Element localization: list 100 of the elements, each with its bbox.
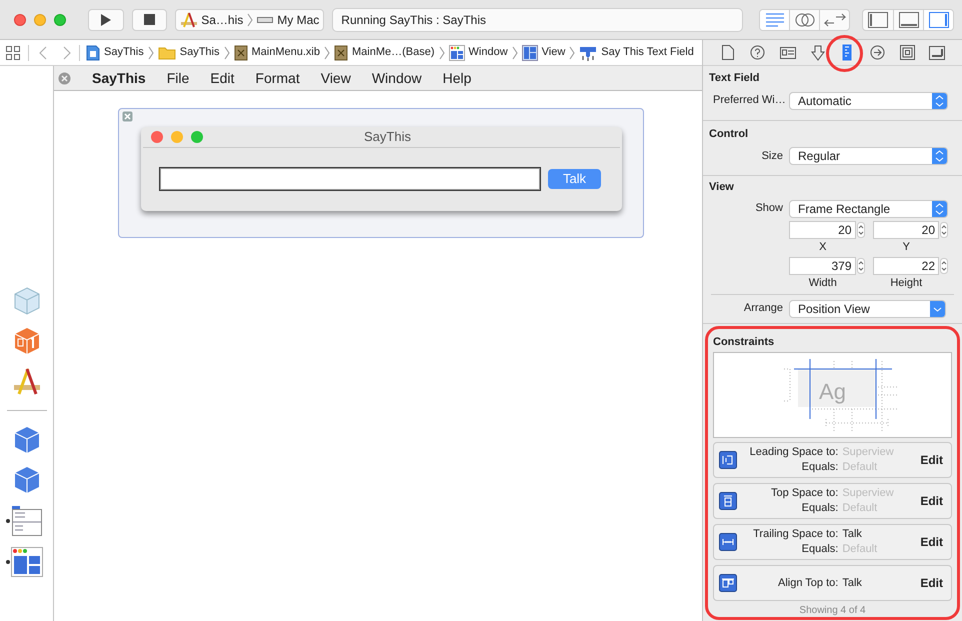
section-title: View <box>709 180 735 195</box>
constraint-icon <box>719 492 737 510</box>
field-label: Size <box>760 148 783 164</box>
menu-item[interactable]: Window <box>372 68 422 88</box>
editor-mode-button[interactable] <box>760 10 790 30</box>
edit-button[interactable]: Edit <box>920 533 943 551</box>
edit-button[interactable]: Edit <box>920 574 943 592</box>
chevron-icon <box>148 46 154 60</box>
menu-thumbnail-icon <box>10 505 42 537</box>
stepper-icon[interactable] <box>856 258 864 274</box>
field-label: Show <box>754 201 783 216</box>
constraint-icon <box>719 451 737 469</box>
window-title: SayThis <box>363 128 412 146</box>
field-caption: X <box>819 240 828 254</box>
inspector-tab[interactable] <box>897 42 918 62</box>
stop-icon <box>144 14 155 25</box>
stepper-icon[interactable] <box>940 258 948 274</box>
edit-button[interactable]: Edit <box>920 492 943 510</box>
section-title: Control <box>709 126 750 142</box>
activity-status: Running SayThis : SayThis <box>332 8 743 32</box>
breadcrumb-item[interactable]: SayThis <box>104 44 144 61</box>
number-field[interactable]: 20 <box>789 220 856 238</box>
stepper-icon[interactable] <box>940 222 948 238</box>
run-button[interactable] <box>88 8 124 30</box>
chevron-down-icon <box>930 300 945 316</box>
window-thumbnail-icon <box>10 547 42 577</box>
menu-item[interactable]: File <box>166 68 190 88</box>
constraint-target: Talk <box>842 576 863 590</box>
view-layout-icon <box>522 44 538 60</box>
stop-button[interactable] <box>132 8 168 30</box>
arrows-icon <box>824 12 846 26</box>
number-field[interactable]: 379 <box>789 257 856 275</box>
arrange-popup[interactable]: Position View <box>789 300 946 318</box>
breadcrumb-item[interactable]: MainMe…(Base) <box>352 44 435 61</box>
menu-item[interactable]: Edit <box>210 68 234 88</box>
chevron-icon <box>224 46 230 60</box>
constraints-count: Showing 4 of 4 <box>798 604 867 618</box>
arrow-circle-icon <box>870 45 885 60</box>
chevron-icon <box>324 46 330 60</box>
breadcrumb-item[interactable]: Say This Text Field <box>601 44 694 61</box>
id-card-icon <box>780 46 796 58</box>
preview-text: Ag <box>819 378 846 406</box>
help-icon <box>750 45 766 60</box>
play-icon <box>100 12 112 26</box>
file-icon <box>722 45 734 60</box>
constraint-label: Equals: <box>800 460 838 475</box>
menu-title[interactable]: SayThis <box>92 68 146 88</box>
shield-arrow-icon <box>810 44 825 60</box>
preferred-width-popup[interactable]: Automatic <box>789 92 948 110</box>
section-title: Text Field <box>709 71 761 86</box>
computer-icon <box>257 16 274 22</box>
field-caption: Width <box>808 276 838 291</box>
lines-icon <box>764 12 785 26</box>
edit-button[interactable]: Edit <box>920 451 943 469</box>
menu-item[interactable]: Help <box>442 68 472 88</box>
rings-icon <box>794 12 815 28</box>
breadcrumb-item[interactable]: View <box>542 44 566 61</box>
ruler-icon <box>842 44 852 61</box>
stepper-arrows-icon <box>932 92 947 108</box>
left-panel-icon <box>868 12 888 28</box>
scheme-selector[interactable]: Sa…his My Mac <box>175 8 324 30</box>
number-field[interactable]: 20 <box>872 220 939 238</box>
constraint-row[interactable]: Align Top to: Talk Edit <box>713 565 952 601</box>
document-icon <box>86 44 100 60</box>
size-popup[interactable]: Regular <box>789 147 948 165</box>
field-label: Preferred Wi… <box>713 93 783 108</box>
bottom-panel-icon <box>898 12 919 28</box>
cube-icon <box>12 286 42 316</box>
right-panel-icon <box>928 12 949 28</box>
field-caption: Y <box>902 240 911 254</box>
window-layout-icon <box>448 44 465 60</box>
file-icon <box>334 44 348 60</box>
constraint-label: Leading Space to: <box>748 445 838 460</box>
pencil-ruler-icon <box>12 366 42 396</box>
text-field[interactable] <box>160 168 540 190</box>
constraint-icon <box>719 574 737 592</box>
menu-item[interactable]: Format <box>255 68 300 88</box>
constraint-label: Equals: <box>800 542 838 557</box>
pencil-ruler-icon <box>180 12 198 28</box>
breadcrumb-item[interactable]: MainMenu.xib <box>252 44 320 61</box>
menu-item[interactable]: View <box>320 68 351 88</box>
breadcrumb-item[interactable]: Window <box>468 44 508 61</box>
constraint-label: Equals: <box>800 501 838 516</box>
constraint-label: Trailing Space to: <box>752 527 838 542</box>
layers-icon <box>929 46 946 60</box>
constraint-label: Align Top to: <box>776 576 838 590</box>
constraint-icon <box>719 533 737 551</box>
breadcrumb-item[interactable]: SayThis <box>180 44 220 61</box>
stepper-icon[interactable] <box>856 222 864 238</box>
stepper-arrows-icon <box>932 148 947 164</box>
number-field[interactable]: 22 <box>872 257 939 275</box>
panel-toggle-button[interactable] <box>923 10 953 30</box>
section-title: Constraints <box>713 334 776 350</box>
constraint-label: Top Space to: <box>770 486 838 501</box>
field-label: Arrange <box>742 301 783 316</box>
stepper-arrows-icon <box>932 200 947 216</box>
field-caption: Height <box>890 276 924 291</box>
show-popup[interactable]: Frame Rectangle <box>789 200 948 218</box>
grid-icon[interactable] <box>6 46 20 60</box>
file-icon <box>234 44 248 60</box>
